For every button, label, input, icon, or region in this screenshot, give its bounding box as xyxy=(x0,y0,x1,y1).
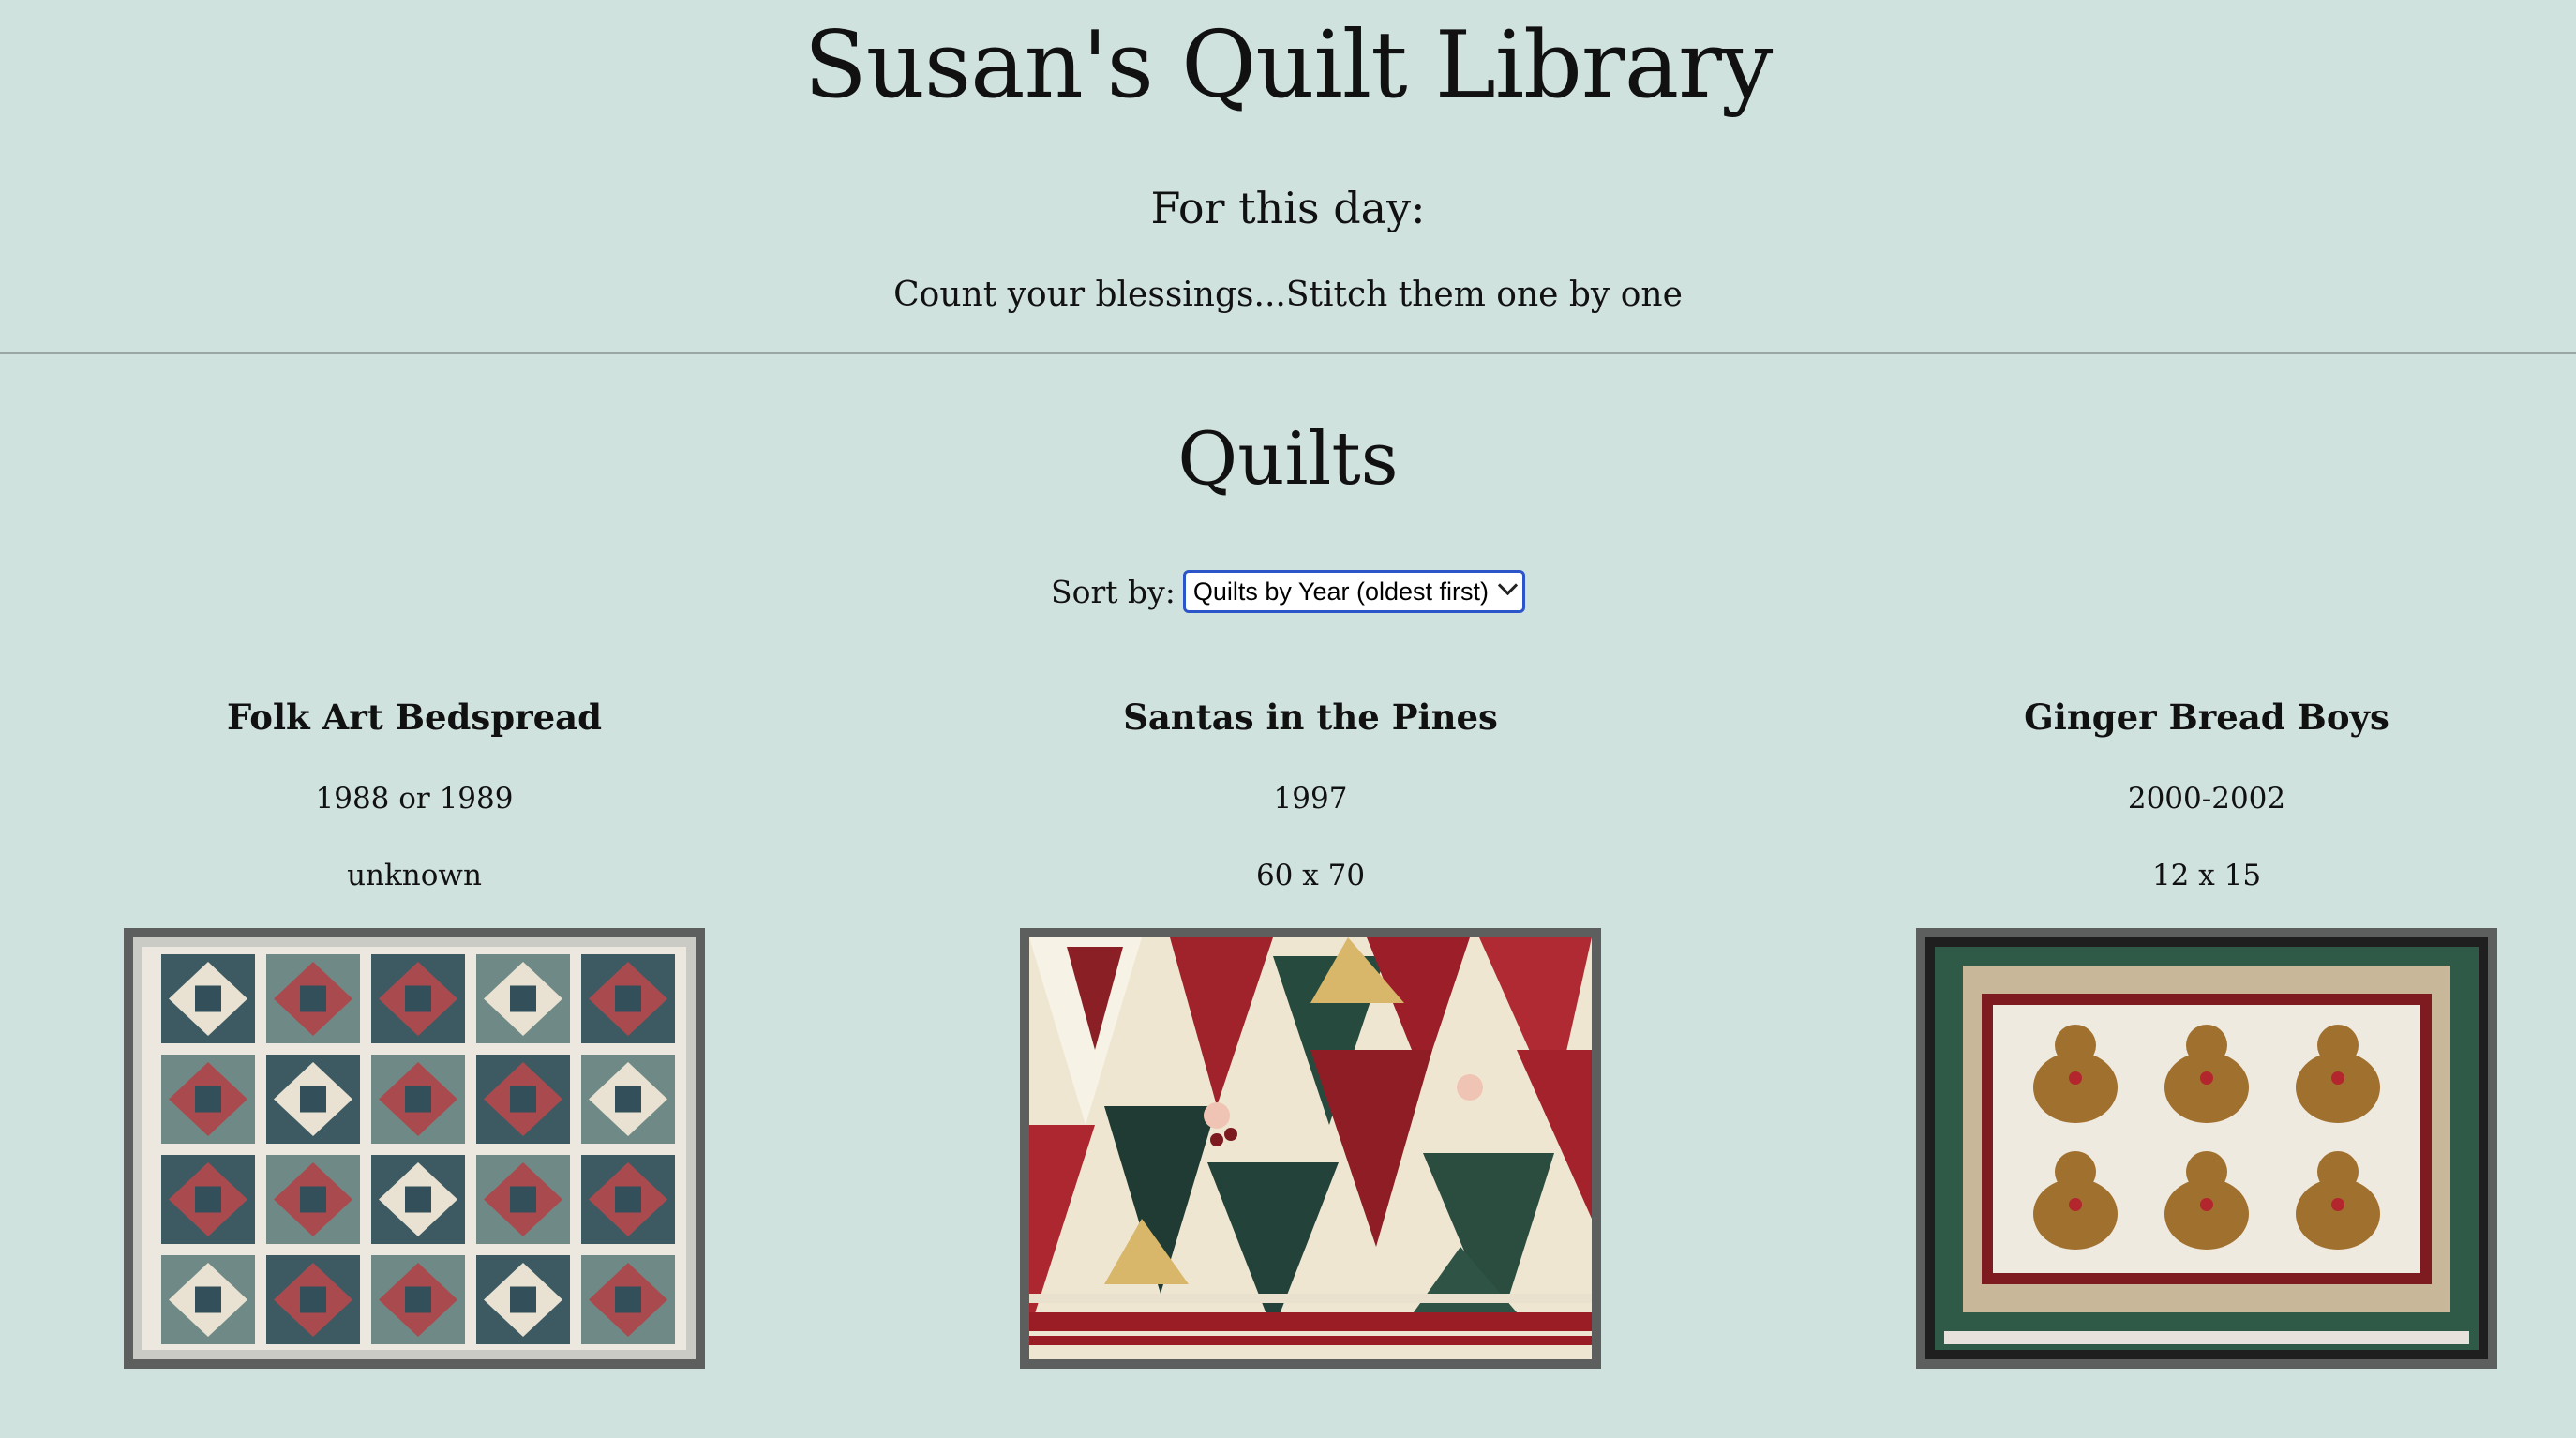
chevron-down-icon xyxy=(1497,575,1519,596)
sort-label: Sort by: xyxy=(1050,573,1176,610)
quilt-year: 1997 xyxy=(1273,782,1348,816)
quilt-name[interactable]: Folk Art Bedspread xyxy=(124,694,705,741)
quilt-photo-image xyxy=(1925,937,2488,1359)
quilt-photo-image xyxy=(1029,937,1592,1359)
quilt-photo[interactable] xyxy=(1020,928,1601,1369)
quilt-photo[interactable] xyxy=(124,928,705,1369)
day-quote: Count your blessings...Stitch them one b… xyxy=(893,276,1683,314)
quilt-year: 1988 or 1989 xyxy=(315,782,514,816)
quilt-photo-image xyxy=(133,937,696,1359)
quilt-size: unknown xyxy=(347,859,482,892)
quilt-grid: Folk Art Bedspread 1988 or 1989 unknown … xyxy=(0,684,2576,1416)
quilt-size: 12 x 15 xyxy=(2151,859,2262,892)
page: Susan's Quilt Library For this day: Coun… xyxy=(0,0,2576,1438)
site-title: Susan's Quilt Library xyxy=(803,12,1774,119)
section-title: Quilts xyxy=(1177,417,1399,502)
quilt-name[interactable]: Santas in the Pines xyxy=(1020,694,1601,741)
quilt-year: 2000-2002 xyxy=(2127,782,2286,816)
quilt-name[interactable]: Ginger Bread Boys xyxy=(1916,694,2497,741)
sort-selected-value: Quilts by Year (oldest first) xyxy=(1192,577,1490,606)
quilt-photo[interactable] xyxy=(1916,928,2497,1369)
divider xyxy=(0,352,2576,354)
quilt-size: 60 x 70 xyxy=(1255,859,1366,892)
sort-select[interactable]: Quilts by Year (oldest first) xyxy=(1182,570,1526,613)
sort-row: Sort by: Quilts by Year (oldest first) xyxy=(0,570,2576,613)
day-heading: For this day: xyxy=(1150,183,1426,233)
